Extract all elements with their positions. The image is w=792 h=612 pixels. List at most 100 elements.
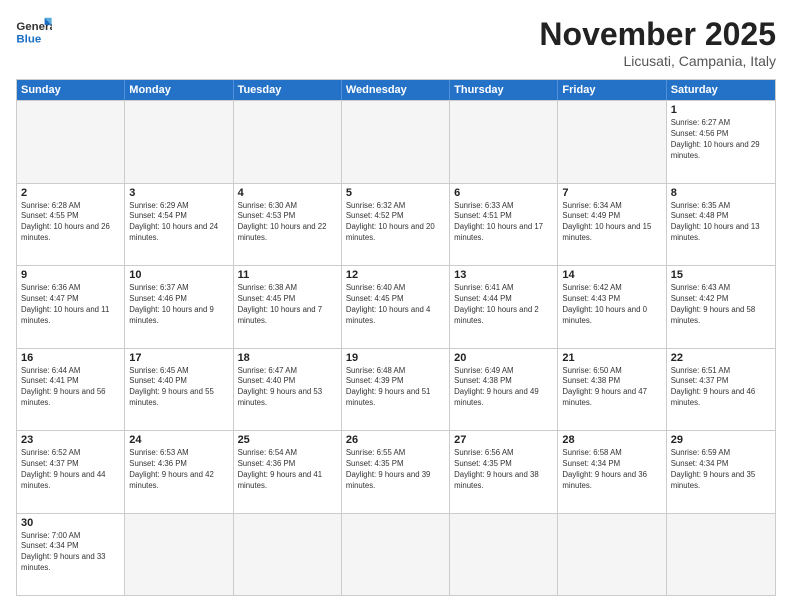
day-info: Sunrise: 7:00 AM Sunset: 4:34 PM Dayligh… (21, 531, 120, 575)
day-number: 8 (671, 187, 771, 199)
day-number: 21 (562, 352, 661, 364)
calendar-cell-day-7: 7Sunrise: 6:34 AM Sunset: 4:49 PM Daylig… (558, 184, 666, 266)
calendar-cell-empty (342, 101, 450, 183)
day-info: Sunrise: 6:38 AM Sunset: 4:45 PM Dayligh… (238, 283, 337, 327)
day-info: Sunrise: 6:33 AM Sunset: 4:51 PM Dayligh… (454, 201, 553, 245)
day-info: Sunrise: 6:45 AM Sunset: 4:40 PM Dayligh… (129, 366, 228, 410)
calendar-cell-empty (234, 101, 342, 183)
weekday-header-friday: Friday (558, 80, 666, 100)
day-info: Sunrise: 6:43 AM Sunset: 4:42 PM Dayligh… (671, 283, 771, 327)
weekday-header-thursday: Thursday (450, 80, 558, 100)
day-number: 2 (21, 187, 120, 199)
generalblue-logo-icon: General Blue (16, 16, 52, 46)
calendar-cell-day-24: 24 Sunrise: 6:53 AM Sunset: 4:36 PM Dayli… (125, 431, 233, 513)
calendar-cell-day-11: 11 Sunrise: 6:38 AM Sunset: 4:45 PM Dayli… (234, 266, 342, 348)
month-title: November 2025 (539, 16, 776, 53)
calendar-cell-empty (17, 101, 125, 183)
calendar-row-4: 23 Sunrise: 6:52 AM Sunset: 4:37 PM Dayli… (17, 430, 775, 513)
calendar-cell-day-8: 8 Sunrise: 6:35 AM Sunset: 4:48 PM Daylig… (667, 184, 775, 266)
calendar-cell-day-4: 4 Sunrise: 6:30 AM Sunset: 4:53 PM Daylig… (234, 184, 342, 266)
calendar-cell-day-29: 29Sunrise: 6:59 AM Sunset: 4:34 PM Dayli… (667, 431, 775, 513)
day-number: 23 (21, 434, 120, 446)
calendar-cell-day-14: 14 Sunrise: 6:42 AM Sunset: 4:43 PM Dayli… (558, 266, 666, 348)
calendar-body: 1 Sunrise: 6:27 AM Sunset: 4:56 PM Daylig… (17, 100, 775, 595)
day-info: Sunrise: 6:49 AM Sunset: 4:38 PM Dayligh… (454, 366, 553, 410)
calendar-cell-day-25: 25 Sunrise: 6:54 AM Sunset: 4:36 PM Dayli… (234, 431, 342, 513)
day-info: Sunrise: 6:51 AM Sunset: 4:37 PM Dayligh… (671, 366, 771, 410)
day-info: Sunrise: 6:42 AM Sunset: 4:43 PM Dayligh… (562, 283, 661, 327)
calendar-cell-empty (234, 514, 342, 596)
day-number: 22 (671, 352, 771, 364)
day-info: Sunrise: 6:53 AM Sunset: 4:36 PM Dayligh… (129, 448, 228, 492)
calendar-cell-day-28: 28Sunrise: 6:58 AM Sunset: 4:34 PM Dayli… (558, 431, 666, 513)
calendar-cell-day-9: 9Sunrise: 6:36 AM Sunset: 4:47 PM Daylig… (17, 266, 125, 348)
day-number: 25 (238, 434, 337, 446)
calendar-cell-day-12: 12 Sunrise: 6:40 AM Sunset: 4:45 PM Dayli… (342, 266, 450, 348)
day-info: Sunrise: 6:50 AM Sunset: 4:38 PM Dayligh… (562, 366, 661, 410)
day-number: 30 (21, 517, 120, 529)
calendar-row-2: 9Sunrise: 6:36 AM Sunset: 4:47 PM Daylig… (17, 265, 775, 348)
calendar-cell-empty (558, 514, 666, 596)
calendar-cell-day-26: 26Sunrise: 6:55 AM Sunset: 4:35 PM Dayli… (342, 431, 450, 513)
day-number: 5 (346, 187, 445, 199)
day-number: 13 (454, 269, 553, 281)
day-number: 26 (346, 434, 445, 446)
day-number: 16 (21, 352, 120, 364)
day-info: Sunrise: 6:30 AM Sunset: 4:53 PM Dayligh… (238, 201, 337, 245)
calendar-cell-empty (450, 514, 558, 596)
logo: General Blue (16, 16, 52, 46)
day-info: Sunrise: 6:32 AM Sunset: 4:52 PM Dayligh… (346, 201, 445, 245)
calendar-cell-day-5: 5 Sunrise: 6:32 AM Sunset: 4:52 PM Daylig… (342, 184, 450, 266)
page-header: General Blue November 2025 Licusati, Cam… (16, 16, 776, 69)
calendar-cell-day-3: 3Sunrise: 6:29 AM Sunset: 4:54 PM Daylig… (125, 184, 233, 266)
weekday-header-wednesday: Wednesday (342, 80, 450, 100)
day-number: 27 (454, 434, 553, 446)
day-number: 9 (21, 269, 120, 281)
calendar-cell-day-20: 20 Sunrise: 6:49 AM Sunset: 4:38 PM Dayli… (450, 349, 558, 431)
day-info: Sunrise: 6:28 AM Sunset: 4:55 PM Dayligh… (21, 201, 120, 245)
calendar-cell-day-19: 19Sunrise: 6:48 AM Sunset: 4:39 PM Dayli… (342, 349, 450, 431)
day-number: 1 (671, 104, 771, 116)
day-info: Sunrise: 6:47 AM Sunset: 4:40 PM Dayligh… (238, 366, 337, 410)
calendar-row-1: 2 Sunrise: 6:28 AM Sunset: 4:55 PM Daylig… (17, 183, 775, 266)
day-info: Sunrise: 6:54 AM Sunset: 4:36 PM Dayligh… (238, 448, 337, 492)
day-number: 29 (671, 434, 771, 446)
calendar-cell-day-16: 16 Sunrise: 6:44 AM Sunset: 4:41 PM Dayli… (17, 349, 125, 431)
calendar-cell-day-22: 22 Sunrise: 6:51 AM Sunset: 4:37 PM Dayli… (667, 349, 775, 431)
day-number: 24 (129, 434, 228, 446)
calendar-cell-day-6: 6Sunrise: 6:33 AM Sunset: 4:51 PM Daylig… (450, 184, 558, 266)
day-number: 20 (454, 352, 553, 364)
day-info: Sunrise: 6:35 AM Sunset: 4:48 PM Dayligh… (671, 201, 771, 245)
calendar-row-3: 16 Sunrise: 6:44 AM Sunset: 4:41 PM Dayli… (17, 348, 775, 431)
day-number: 17 (129, 352, 228, 364)
calendar-cell-day-2: 2 Sunrise: 6:28 AM Sunset: 4:55 PM Daylig… (17, 184, 125, 266)
day-info: Sunrise: 6:44 AM Sunset: 4:41 PM Dayligh… (21, 366, 120, 410)
day-info: Sunrise: 6:56 AM Sunset: 4:35 PM Dayligh… (454, 448, 553, 492)
calendar-cell-empty (450, 101, 558, 183)
calendar-cell-day-13: 13 Sunrise: 6:41 AM Sunset: 4:44 PM Dayli… (450, 266, 558, 348)
day-info: Sunrise: 6:41 AM Sunset: 4:44 PM Dayligh… (454, 283, 553, 327)
calendar-cell-day-17: 17 Sunrise: 6:45 AM Sunset: 4:40 PM Dayli… (125, 349, 233, 431)
day-info: Sunrise: 6:27 AM Sunset: 4:56 PM Dayligh… (671, 118, 771, 162)
calendar-cell-day-1: 1 Sunrise: 6:27 AM Sunset: 4:56 PM Daylig… (667, 101, 775, 183)
day-info: Sunrise: 6:52 AM Sunset: 4:37 PM Dayligh… (21, 448, 120, 492)
calendar-cell-day-10: 10Sunrise: 6:37 AM Sunset: 4:46 PM Dayli… (125, 266, 233, 348)
day-number: 7 (562, 187, 661, 199)
weekday-header-monday: Monday (125, 80, 233, 100)
calendar-row-0: 1 Sunrise: 6:27 AM Sunset: 4:56 PM Daylig… (17, 100, 775, 183)
day-info: Sunrise: 6:40 AM Sunset: 4:45 PM Dayligh… (346, 283, 445, 327)
day-info: Sunrise: 6:48 AM Sunset: 4:39 PM Dayligh… (346, 366, 445, 410)
calendar-cell-day-27: 27 Sunrise: 6:56 AM Sunset: 4:35 PM Dayli… (450, 431, 558, 513)
day-number: 12 (346, 269, 445, 281)
day-number: 15 (671, 269, 771, 281)
weekday-header-saturday: Saturday (667, 80, 775, 100)
calendar-cell-empty (125, 514, 233, 596)
calendar-cell-day-15: 15 Sunrise: 6:43 AM Sunset: 4:42 PM Dayli… (667, 266, 775, 348)
calendar-cell-day-30: 30 Sunrise: 7:00 AM Sunset: 4:34 PM Dayli… (17, 514, 125, 596)
day-number: 11 (238, 269, 337, 281)
svg-text:Blue: Blue (16, 33, 41, 45)
calendar-cell-day-21: 21 Sunrise: 6:50 AM Sunset: 4:38 PM Dayli… (558, 349, 666, 431)
day-number: 4 (238, 187, 337, 199)
calendar-cell-day-23: 23 Sunrise: 6:52 AM Sunset: 4:37 PM Dayli… (17, 431, 125, 513)
day-number: 14 (562, 269, 661, 281)
